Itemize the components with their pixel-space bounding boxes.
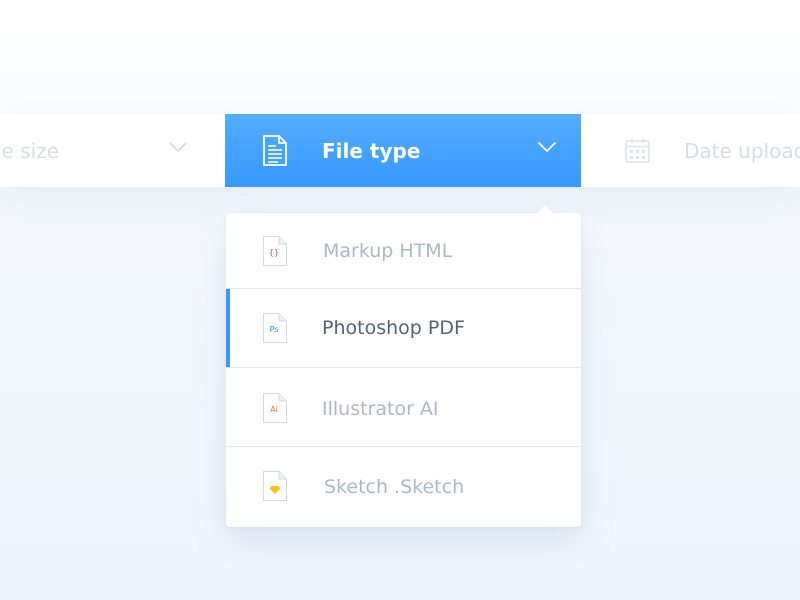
html-file-icon: {} <box>263 236 287 266</box>
sketch-file-icon <box>263 471 287 501</box>
illustrator-file-icon: Ai <box>263 393 287 423</box>
selected-indicator <box>226 289 230 367</box>
file-glyph: Ai <box>270 405 278 414</box>
menu-item-label: Illustrator AI <box>322 398 439 420</box>
menu-item-label: Photoshop PDF <box>322 317 465 339</box>
chevron-down-icon <box>538 142 556 152</box>
menu-item-photoshop-pdf[interactable]: Ps Photoshop PDF <box>226 289 581 368</box>
file-glyph: Ps <box>269 325 279 334</box>
file-size-filter-label: le size <box>0 139 59 163</box>
calendar-icon <box>625 138 650 163</box>
document-icon <box>263 135 287 166</box>
file-size-filter[interactable]: le size <box>0 114 225 187</box>
date-uploaded-filter[interactable]: Date upload <box>581 114 800 187</box>
menu-item-label: Sketch .Sketch <box>324 476 465 498</box>
date-uploaded-filter-label: Date upload <box>684 139 800 163</box>
filter-bar: le size File type Date upload <box>0 114 800 187</box>
file-type-filter-label: File type <box>322 139 421 163</box>
chevron-down-icon <box>169 142 187 152</box>
menu-item-sketch[interactable]: Sketch .Sketch <box>226 447 581 527</box>
file-type-dropdown: {} Markup HTML Ps Photoshop PDF Ai Illus… <box>226 205 581 527</box>
menu-item-label: Markup HTML <box>323 240 453 262</box>
menu-item-markup-html[interactable]: {} Markup HTML <box>226 213 581 289</box>
file-glyph: {} <box>268 248 280 257</box>
photoshop-file-icon: Ps <box>263 313 287 343</box>
menu-item-illustrator-ai[interactable]: Ai Illustrator AI <box>226 368 581 447</box>
file-type-filter[interactable]: File type <box>225 114 581 187</box>
